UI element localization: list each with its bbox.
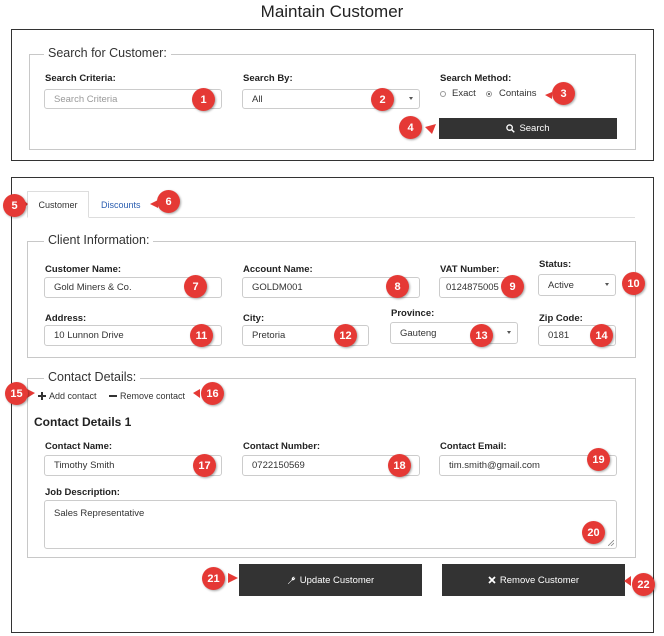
annotation-badge: 4 (399, 116, 422, 139)
annotation-badge: 7 (184, 275, 207, 298)
annotation-badge: 14 (590, 324, 613, 347)
annotation-badge: 15 (5, 382, 28, 405)
annotation-badge: 1 (192, 88, 215, 111)
annotation-badge: 13 (470, 324, 493, 347)
pointer-3 (545, 92, 552, 99)
annotation-badge: 8 (386, 275, 409, 298)
annotation-badge: 20 (582, 521, 605, 544)
pointer-16 (193, 389, 200, 398)
annotation-badge: 12 (334, 324, 357, 347)
annotation-badge: 16 (201, 382, 224, 405)
annotation-badge: 5 (3, 194, 26, 217)
pointer-4 (425, 124, 436, 134)
pointer-22 (624, 576, 631, 586)
annotation-badge: 6 (157, 190, 180, 213)
annotation-badge: 9 (501, 275, 524, 298)
annotation-badge: 18 (388, 454, 411, 477)
pointer-15 (27, 389, 35, 398)
annotation-badge: 22 (632, 573, 655, 596)
annotation-badge: 19 (587, 448, 610, 471)
annotation-badge: 17 (193, 454, 216, 477)
pointer-21 (228, 573, 238, 583)
annotation-badge: 3 (552, 82, 575, 105)
annotation-badge: 11 (190, 324, 213, 347)
annotation-badge: 2 (371, 88, 394, 111)
annotation-badge: 10 (622, 272, 645, 295)
annotation-badge: 21 (202, 567, 225, 590)
